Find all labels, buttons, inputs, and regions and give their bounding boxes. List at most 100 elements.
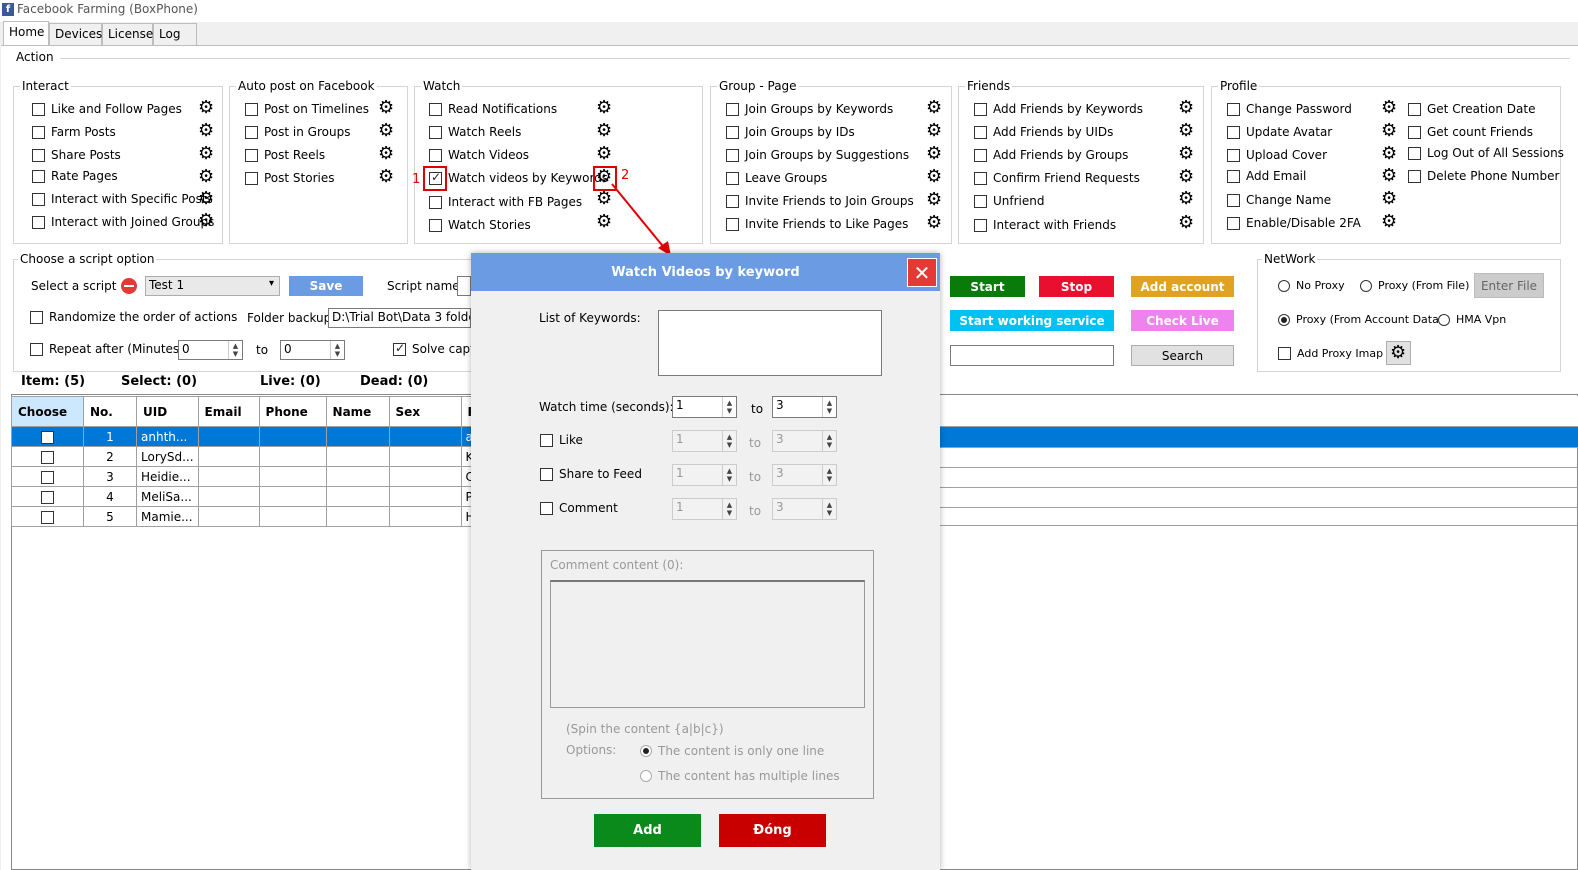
watch-reels-checkbox[interactable]: Watch Reels [429, 125, 521, 139]
add-email-checkbox[interactable]: Add Email [1227, 169, 1306, 183]
start-working-service-button[interactable]: Start working service [950, 310, 1114, 331]
farm-posts-checkbox[interactable]: Farm Posts [32, 125, 116, 139]
watch-videos-checkbox[interactable]: Watch Videos [429, 148, 529, 162]
rate-pages-checkbox[interactable]: Rate Pages [32, 169, 118, 183]
column-choose[interactable]: Choose [11, 396, 84, 427]
upload-cover-checkbox[interactable]: Upload Cover [1227, 148, 1327, 162]
checkbox[interactable] [1227, 169, 1240, 183]
add-button[interactable]: Add [594, 814, 701, 847]
column-sex[interactable]: Sex [388, 396, 462, 427]
close-button[interactable]: Đóng [719, 814, 826, 847]
tab-log[interactable]: Log [153, 23, 197, 45]
option-one-line-radio[interactable]: The content is only one line [640, 744, 824, 758]
like-to-stepper[interactable]: 3 ▲ ▼ [772, 430, 837, 452]
column-email[interactable]: Email [197, 396, 260, 427]
checkbox[interactable] [1227, 125, 1240, 139]
checkbox[interactable] [974, 102, 987, 116]
choose-cell[interactable] [11, 486, 84, 507]
add-proxy-imap-checkbox[interactable]: Add Proxy Imap [1278, 347, 1383, 360]
table-row[interactable]: 2 LorySd... Kim [11, 446, 494, 467]
checkbox[interactable] [32, 192, 45, 206]
add-friends-keywords-checkbox[interactable]: Add Friends by Keywords [974, 102, 1143, 116]
option-multiple-lines-radio[interactable]: The content has multiple lines [640, 769, 840, 783]
gear-icon[interactable]: ⚙ [1381, 99, 1397, 117]
row-checkbox[interactable] [41, 430, 54, 444]
no-proxy-radio[interactable]: No Proxy [1278, 279, 1345, 292]
gear-icon[interactable]: ⚙ [198, 168, 214, 186]
delete-phone-number-checkbox[interactable]: Delete Phone Number [1408, 169, 1559, 183]
start-button[interactable]: Start [950, 276, 1025, 297]
stepper-arrows-icon[interactable]: ▲ ▼ [228, 341, 242, 359]
get-count-friends-checkbox[interactable]: Get count Friends [1408, 125, 1533, 139]
checkbox-checked[interactable] [393, 341, 406, 356]
checkbox[interactable] [540, 433, 553, 447]
proxy-account-data-radio[interactable]: Proxy (From Account Data) [1278, 313, 1443, 326]
post-stories-checkbox[interactable]: Post Stories [245, 171, 335, 185]
radio-button-selected[interactable] [640, 745, 652, 757]
table-row[interactable]: 3 Heidie... Car [11, 466, 494, 487]
gear-icon[interactable]: ⚙ [596, 145, 612, 163]
comment-from-stepper[interactable]: 1 ▲ ▼ [672, 498, 737, 520]
repeat-after-checkbox[interactable]: Repeat after (Minutes) [30, 342, 184, 356]
interact-specific-posts-checkbox[interactable]: Interact with Specific Posts [32, 192, 213, 206]
read-notifications-checkbox[interactable]: Read Notifications [429, 102, 557, 116]
gear-icon[interactable]: ⚙ [1381, 213, 1397, 231]
checkbox[interactable] [974, 218, 987, 232]
checkbox[interactable] [1227, 193, 1240, 207]
choose-cell[interactable] [11, 426, 84, 447]
comment-content-textarea[interactable] [550, 580, 865, 708]
gear-icon[interactable]: ⚙ [926, 168, 942, 186]
checkbox[interactable] [245, 125, 258, 139]
column-name[interactable]: Name [325, 396, 390, 427]
checkbox[interactable] [726, 217, 739, 231]
share-posts-checkbox[interactable]: Share Posts [32, 148, 121, 162]
gear-icon[interactable]: ⚙ [378, 122, 394, 140]
checkbox[interactable] [1227, 148, 1240, 162]
gear-icon[interactable]: ⚙ [198, 190, 214, 208]
column-no[interactable]: No. [83, 396, 137, 427]
checkbox[interactable] [974, 194, 987, 208]
gear-icon[interactable]: ⚙ [1178, 145, 1194, 163]
gear-icon[interactable]: ⚙ [378, 99, 394, 117]
checkbox[interactable] [245, 102, 258, 116]
stepper-arrows-icon[interactable]: ▲ ▼ [722, 499, 736, 519]
checkbox[interactable] [726, 171, 739, 185]
interact-friends-checkbox[interactable]: Interact with Friends [974, 218, 1116, 232]
share-to-feed-checkbox[interactable]: Share to Feed [540, 467, 642, 481]
checkbox[interactable] [1408, 102, 1421, 116]
update-avatar-checkbox[interactable]: Update Avatar [1227, 125, 1332, 139]
check-live-button[interactable]: Check Live [1131, 310, 1234, 331]
checkbox[interactable] [1227, 216, 1240, 230]
close-icon[interactable]: ✕ [907, 258, 937, 287]
gear-icon[interactable]: ⚙ [1178, 122, 1194, 140]
watch-time-to-stepper[interactable]: 3 ▲ ▼ [772, 396, 837, 418]
randomize-order-checkbox[interactable]: Randomize the order of actions [30, 310, 237, 324]
choose-cell[interactable] [11, 466, 84, 487]
gear-icon[interactable]: ⚙ [926, 122, 942, 140]
checkbox[interactable] [1278, 347, 1291, 360]
gear-icon[interactable]: ⚙ [1381, 190, 1397, 208]
change-name-checkbox[interactable]: Change Name [1227, 193, 1331, 207]
watch-videos-keywords-checkbox[interactable]: Watch videos by Keywords [429, 170, 608, 185]
radio-button[interactable] [1278, 279, 1290, 292]
stop-button[interactable]: Stop [1039, 276, 1114, 297]
enable-disable-2fa-checkbox[interactable]: Enable/Disable 2FA [1227, 216, 1361, 230]
script-name-input[interactable] [457, 276, 471, 296]
tab-home[interactable]: Home [3, 21, 49, 45]
gear-icon[interactable]: ⚙ [1178, 214, 1194, 232]
leave-groups-checkbox[interactable]: Leave Groups [726, 171, 827, 185]
add-friends-groups-checkbox[interactable]: Add Friends by Groups [974, 148, 1128, 162]
gear-icon[interactable]: ⚙ [198, 122, 214, 140]
row-checkbox[interactable] [41, 510, 54, 524]
invite-friends-groups-checkbox[interactable]: Invite Friends to Join Groups [726, 194, 914, 208]
checkbox[interactable] [540, 501, 553, 515]
checkbox[interactable] [32, 102, 45, 116]
add-friends-uids-checkbox[interactable]: Add Friends by UIDs [974, 125, 1113, 139]
checkbox[interactable] [1408, 125, 1421, 139]
join-groups-suggestions-checkbox[interactable]: Join Groups by Suggestions [726, 148, 909, 162]
gear-icon[interactable]: ⚙ [926, 99, 942, 117]
search-button[interactable]: Search [1131, 345, 1234, 366]
gear-icon[interactable]: ⚙ [1381, 145, 1397, 163]
get-creation-date-checkbox[interactable]: Get Creation Date [1408, 102, 1535, 116]
change-password-checkbox[interactable]: Change Password [1227, 102, 1352, 116]
